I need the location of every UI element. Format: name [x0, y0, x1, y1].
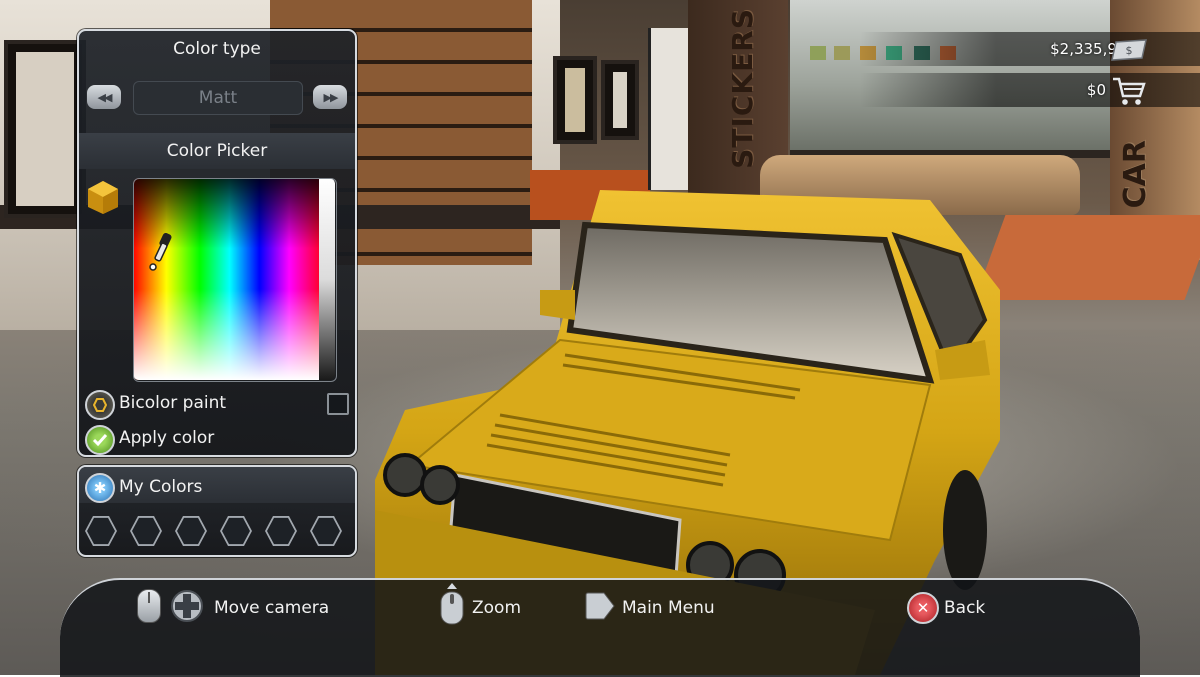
color-type-panel: Color type ◀◀ Matt ▶▶ Color Picker Bicol…	[77, 29, 357, 457]
svg-text:$: $	[1126, 44, 1133, 57]
color-slot-6[interactable]	[310, 515, 342, 547]
move-camera-hint[interactable]: Move camera	[214, 598, 329, 618]
shopping-cart-icon[interactable]	[1112, 76, 1146, 106]
display-pillar	[648, 28, 691, 190]
color-type-title: Color type	[173, 39, 261, 59]
color-slot-3[interactable]	[175, 515, 207, 547]
rewind-icon: ◀◀	[97, 90, 113, 104]
next-color-type-button[interactable]: ▶▶	[313, 85, 347, 109]
mouse-icon	[137, 589, 161, 623]
wall-art-frame	[601, 60, 639, 140]
color-slot-2[interactable]	[130, 515, 162, 547]
menu-button-icon	[585, 592, 615, 620]
close-icon[interactable]: ✕	[907, 592, 939, 624]
wall-art-frame	[4, 40, 86, 218]
balance-bar	[860, 32, 1200, 66]
my-colors-panel: ✱ My Colors	[77, 465, 357, 557]
cart-bar	[860, 73, 1200, 107]
color-slot-1[interactable]	[85, 515, 117, 547]
color-picker-title: Color Picker	[166, 141, 268, 161]
stickers-sign-text: STICKERS	[726, 8, 759, 169]
zoom-hint[interactable]: Zoom	[472, 598, 521, 618]
cash-icon: $	[1111, 39, 1147, 61]
eyedropper-icon[interactable]	[147, 233, 175, 273]
bicolor-button-icon[interactable]	[85, 390, 115, 420]
color-type-value[interactable]: Matt	[133, 81, 303, 115]
mouse-wheel-icon	[440, 583, 464, 625]
color-spectrum[interactable]	[133, 178, 319, 380]
car-sign-text: CAR	[1118, 140, 1153, 209]
fast-forward-icon: ▶▶	[323, 90, 339, 104]
bicolor-label: Bicolor paint	[119, 393, 227, 413]
main-menu-hint[interactable]: Main Menu	[622, 598, 715, 618]
brightness-slider[interactable]	[319, 178, 335, 380]
star-icon[interactable]: ✱	[85, 473, 115, 503]
current-color-cube-icon	[88, 181, 118, 214]
wall-art-frame	[553, 56, 597, 144]
color-slot-5[interactable]	[265, 515, 297, 547]
prev-color-type-button[interactable]: ◀◀	[87, 85, 121, 109]
apply-color-label[interactable]: Apply color	[119, 428, 214, 448]
my-colors-title: My Colors	[119, 477, 203, 497]
back-hint[interactable]: Back	[944, 598, 985, 618]
cart-total-value: $0	[1086, 81, 1106, 99]
color-slot-4[interactable]	[220, 515, 252, 547]
floor-rug	[974, 215, 1200, 300]
bicolor-checkbox[interactable]	[327, 393, 349, 415]
apply-checkmark-icon[interactable]	[85, 425, 115, 455]
dpad-icon	[171, 590, 203, 622]
